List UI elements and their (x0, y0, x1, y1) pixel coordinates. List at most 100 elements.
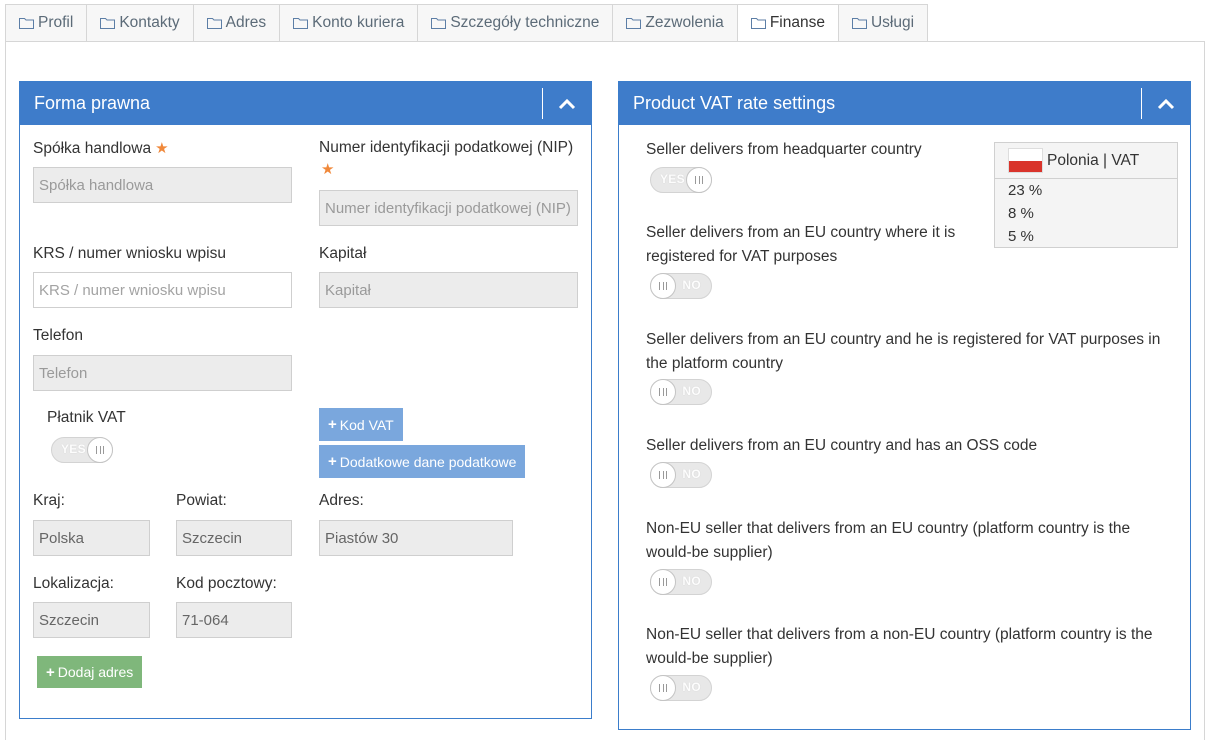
folder-icon (293, 18, 309, 29)
toggle-text: NO (682, 574, 701, 588)
vat-rate: 5 % (1008, 228, 1034, 245)
company-label-text: Spółka handlowa (33, 140, 152, 157)
tab-konto-kuriera[interactable]: Konto kuriera (279, 4, 418, 42)
address-label: Adres: (319, 492, 364, 509)
vat-option-label: Seller delivers from headquarter country (646, 141, 922, 158)
phone-input[interactable]: Telefon (33, 355, 292, 391)
krs-input[interactable]: KRS / numer wniosku wpisu (33, 272, 292, 308)
capital-label: Kapitał (319, 245, 367, 262)
vat-option-toggle[interactable]: NO (650, 462, 712, 488)
toggle-text: NO (682, 278, 701, 292)
nip-label: Numer identyfikacji podatkowej (NIP) (319, 139, 574, 156)
toggle-knob (87, 437, 113, 463)
location-input[interactable]: Szczecin (33, 602, 150, 638)
vat-option-label: Seller delivers from an EU country where… (646, 224, 956, 265)
vat-option-label: Non-EU seller that delivers from an EU c… (646, 520, 1131, 561)
vat-rates-header: Polonia | VAT (995, 143, 1177, 179)
postal-label: Kod pocztowy: (176, 575, 277, 592)
toggle-text: NO (682, 680, 701, 694)
collapse-button[interactable] (1142, 82, 1190, 125)
tab-uslugi[interactable]: Usługi (837, 4, 929, 42)
nip-input[interactable]: Numer identyfikacji podatkowej (NIP) (319, 190, 578, 226)
vat-code-button[interactable]: + Kod VAT (319, 408, 403, 441)
country-label: Kraj: (33, 492, 65, 509)
folder-icon (626, 18, 642, 29)
tab-label: Szczegóły techniczne (450, 14, 600, 31)
tab-label: Profil (38, 14, 74, 31)
tab-label: Konto kuriera (312, 14, 405, 31)
vat-option-toggle[interactable]: NO (650, 675, 712, 701)
poland-flag-icon (1008, 148, 1043, 173)
folder-icon (851, 18, 867, 29)
tab-kontakty[interactable]: Kontakty (86, 4, 193, 42)
collapse-button[interactable] (543, 82, 591, 125)
extra-tax-data-button[interactable]: + Dodatkowe dane podatkowe (319, 445, 526, 478)
toggle-knob (650, 675, 676, 701)
chevron-up-icon (558, 98, 576, 109)
plus-icon: + (328, 453, 337, 470)
folder-icon (19, 18, 34, 29)
vat-rates-list: 23 % 8 % 5 % (995, 179, 1177, 248)
legal-form-panel-header: Forma prawna (20, 82, 591, 125)
vat-payer-label: Płatnik VAT (47, 409, 126, 426)
vat-settings-panel-header: Product VAT rate settings (619, 82, 1190, 125)
tab-zezwolenia[interactable]: Zezwolenia (612, 4, 737, 42)
vat-payer-toggle[interactable]: YES (51, 437, 113, 463)
tab-label: Kontakty (119, 14, 180, 31)
vat-rates-title: Polonia | VAT (1047, 151, 1140, 169)
folder-icon (750, 18, 766, 29)
vat-option-toggle[interactable]: NO (650, 379, 712, 405)
toggle-knob (650, 273, 676, 299)
toggle-knob (686, 167, 712, 193)
vat-rate: 23 % (1008, 182, 1043, 199)
address-input[interactable]: Piastów 30 (319, 520, 513, 556)
required-star-icon: ★ (155, 140, 169, 157)
plus-icon: + (46, 663, 55, 681)
postal-input[interactable]: 71-064 (176, 602, 292, 638)
vat-rate: 8 % (1008, 205, 1034, 222)
tab-finanse[interactable]: Finanse (736, 4, 838, 42)
tab-szczegoly-techniczne[interactable]: Szczegóły techniczne (417, 4, 613, 42)
required-star-icon: ★ (321, 161, 335, 178)
folder-icon (431, 18, 447, 29)
panel-title: Product VAT rate settings (633, 93, 836, 113)
panel-title: Forma prawna (34, 93, 151, 113)
toggle-text: YES (660, 172, 685, 186)
vat-option-toggle[interactable]: NO (650, 273, 712, 299)
add-address-button[interactable]: + Dodaj adres (37, 656, 143, 688)
tab-label: Adres (225, 14, 267, 31)
button-label: Dodaj adres (57, 664, 134, 680)
company-input[interactable]: Spółka handlowa (33, 167, 292, 203)
company-label: Spółka handlowa ★ (33, 139, 169, 158)
toggle-knob (650, 379, 676, 405)
tab-label: Finanse (769, 14, 825, 31)
krs-label: KRS / numer wniosku wpisu (33, 245, 226, 262)
toggle-text: NO (682, 467, 701, 481)
tab-profil[interactable]: Profil (5, 4, 87, 42)
vat-option-label: Non-EU seller that delivers from a non-E… (646, 626, 1153, 667)
toggle-knob (650, 569, 676, 595)
vat-option-toggle[interactable]: NO (650, 569, 712, 595)
country-input[interactable]: Polska (33, 520, 150, 556)
vat-option-label: Seller delivers from an EU country and h… (646, 331, 1161, 372)
tab-adres[interactable]: Adres (192, 4, 280, 42)
tab-label: Usługi (870, 14, 915, 31)
plus-icon: + (328, 416, 337, 433)
county-label: Powiat: (176, 492, 227, 509)
phone-label: Telefon (33, 327, 83, 344)
folder-icon (206, 18, 222, 29)
vat-rates-box: Polonia | VAT 23 % 8 % 5 % (994, 142, 1178, 248)
tab-label: Zezwolenia (645, 14, 724, 31)
vat-option-label: Seller delivers from an EU country and h… (646, 437, 1038, 454)
county-input[interactable]: Szczecin (176, 520, 292, 556)
toggle-text: NO (682, 384, 701, 398)
button-label: Dodatkowe dane podatkowe (339, 453, 517, 470)
chevron-up-icon (1157, 98, 1175, 109)
vat-option-toggle[interactable]: YES (650, 167, 712, 193)
capital-input[interactable]: Kapitał (319, 272, 578, 308)
tab-bar: Profil Kontakty Adres Konto kuriera Szcz… (5, 4, 929, 42)
folder-icon (100, 18, 116, 29)
toggle-knob (650, 462, 676, 488)
toggle-text: YES (61, 442, 86, 456)
location-label: Lokalizacja: (33, 575, 114, 592)
